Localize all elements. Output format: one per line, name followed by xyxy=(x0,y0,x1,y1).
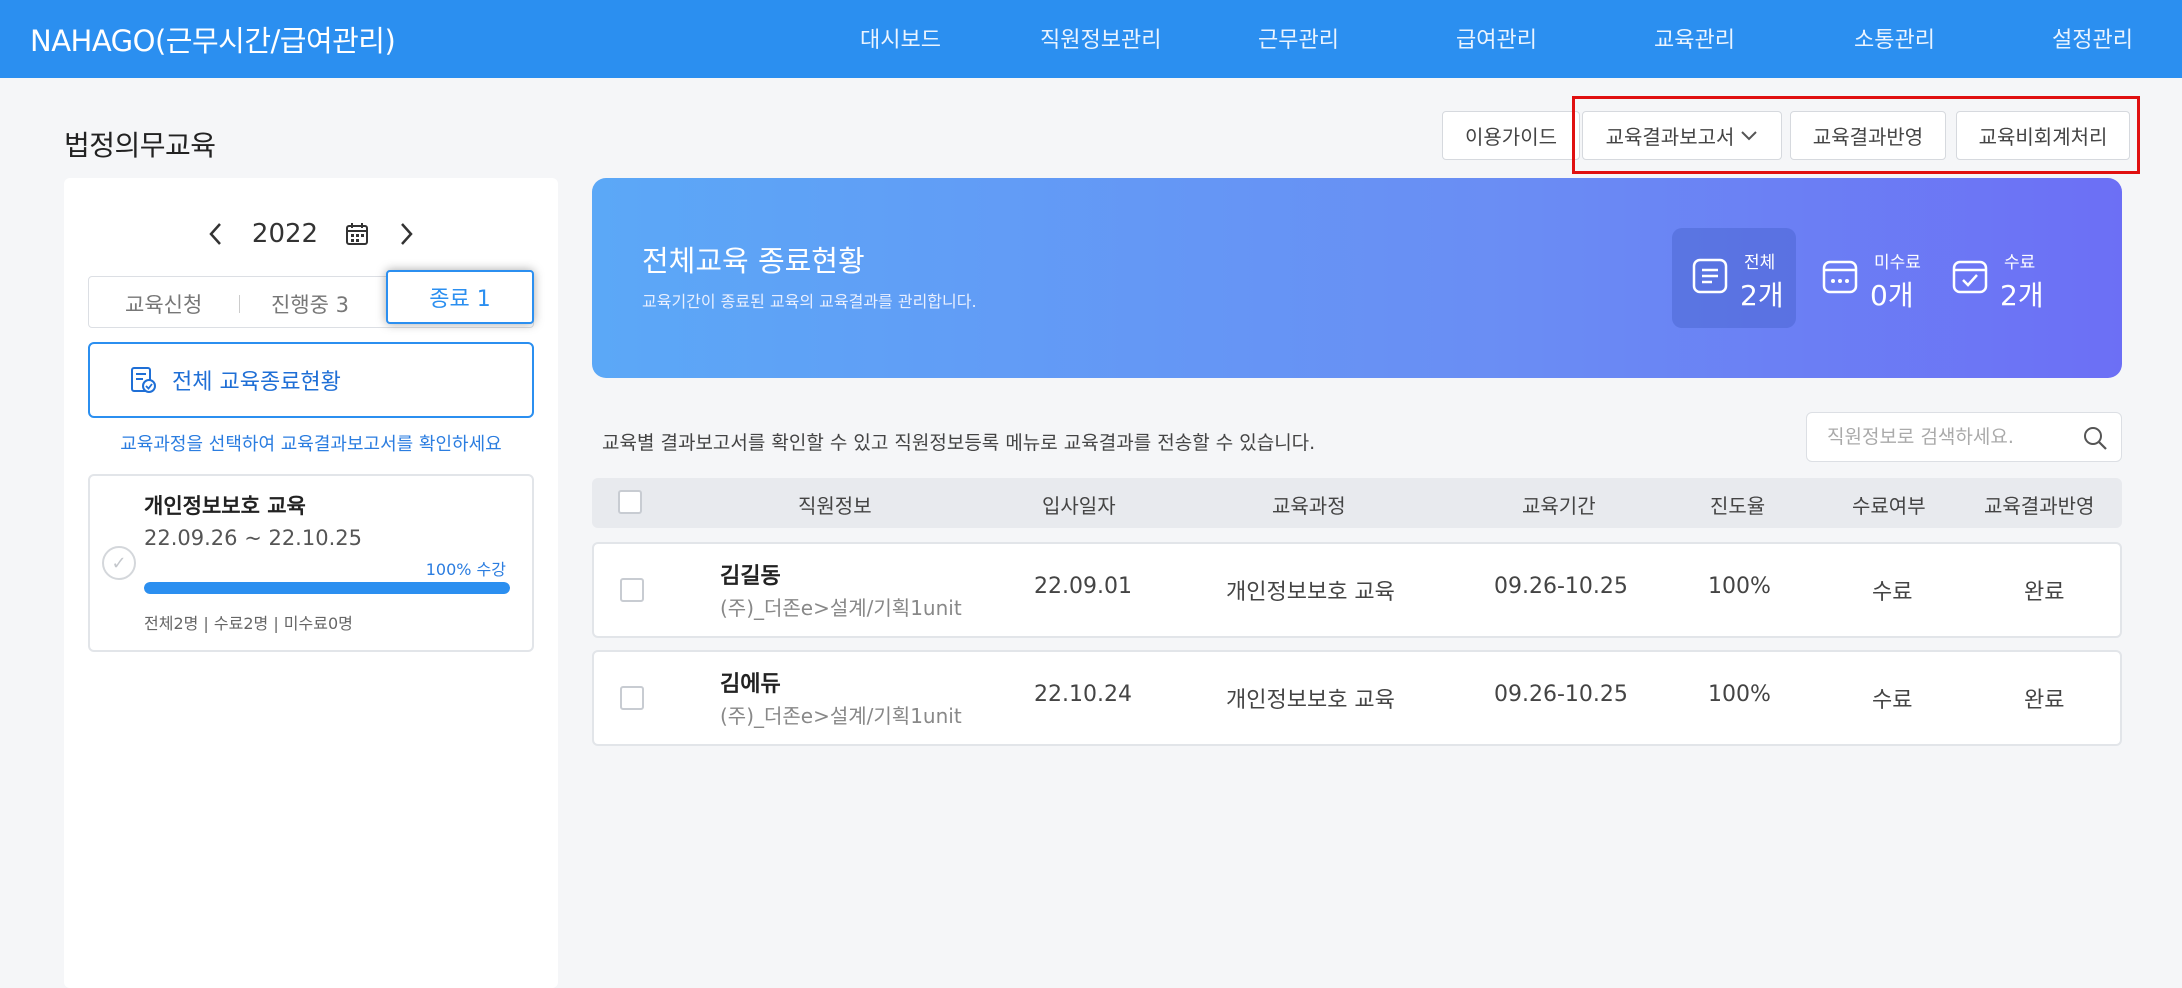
row-checkbox[interactable] xyxy=(620,686,644,710)
stat-complete-label: 수료 xyxy=(2004,253,2036,273)
stat-total[interactable]: 전체 2개 xyxy=(1672,228,1796,328)
select-all-checkbox[interactable] xyxy=(618,490,642,514)
stat-incomplete[interactable]: 미수료 0개 xyxy=(1802,228,1926,328)
row-checkbox[interactable] xyxy=(620,578,644,602)
all-status-button[interactable]: 전체 교육종료현황 xyxy=(88,342,534,418)
stat-complete[interactable]: 수료 2개 xyxy=(1932,228,2056,328)
course-period: 09.26-10.25 xyxy=(1494,574,1628,599)
table-row[interactable]: 김길동 (주)_더존e>설계/기획1unit 22.09.01 개인정보보호 교… xyxy=(592,542,2122,638)
stat-total-value: 2개 xyxy=(1740,279,1784,312)
year-label: 2022 xyxy=(251,219,319,249)
nav-education[interactable]: 교육관리 xyxy=(1654,22,1735,54)
employee-name: 김길동 xyxy=(720,564,781,589)
calendar-pending-icon xyxy=(1822,260,1858,294)
completion-status: 수료 xyxy=(1872,580,1913,605)
calendar-check-icon xyxy=(1952,260,1988,294)
tab-ongoing[interactable]: 진행중 3 xyxy=(271,289,349,319)
document-list-icon xyxy=(1692,258,1728,294)
stat-complete-value: 2개 xyxy=(2000,279,2044,312)
course-title: 개인정보보호 교육 xyxy=(1226,688,1395,713)
hire-date: 22.09.01 xyxy=(1034,574,1132,599)
result-applied: 완료 xyxy=(2024,688,2065,713)
col-result: 교육결과반영 xyxy=(1984,494,2095,518)
employee-dept: (주)_더존e>설계/기획1unit xyxy=(720,704,962,728)
course-title: 개인정보보호 교육 xyxy=(1226,580,1395,605)
result-applied: 완료 xyxy=(2024,580,2065,605)
search-box xyxy=(1806,412,2122,462)
completion-status: 수료 xyxy=(1872,688,1913,713)
check-circle-icon: ✓ xyxy=(102,546,136,580)
sidebar-panel: 2022 교육신청 진행중 3 종료 1 전체 교육종료현황 교육과정을 선택하… xyxy=(64,178,558,988)
nav-settings[interactable]: 설정관리 xyxy=(2052,22,2133,54)
table-description: 교육별 결과보고서를 확인할 수 있고 직원정보등록 메뉴로 교육결과를 전송할… xyxy=(602,432,1316,454)
tab-divider xyxy=(239,295,240,313)
course-progress-bar xyxy=(144,582,510,594)
stat-incomplete-value: 0개 xyxy=(1870,279,1914,312)
table-row[interactable]: 김에듀 (주)_더존e>설계/기획1unit 22.10.24 개인정보보호 교… xyxy=(592,650,2122,746)
calendar-icon[interactable] xyxy=(344,221,370,247)
nav-employee-info[interactable]: 직원정보관리 xyxy=(1040,22,1161,54)
top-navigation-bar: NAHAGO(근무시간/급여관리) 대시보드 직원정보관리 근무관리 급여관리 … xyxy=(0,0,2182,78)
nav-communication[interactable]: 소통관리 xyxy=(1854,22,1935,54)
search-icon[interactable] xyxy=(2081,424,2109,452)
chevron-right-icon[interactable] xyxy=(396,220,416,248)
app-brand[interactable]: NAHAGO(근무시간/급여관리) xyxy=(30,18,396,60)
nav-dashboard[interactable]: 대시보드 xyxy=(860,22,941,54)
course-card[interactable]: ✓ 개인정보보호 교육 22.09.26 ~ 22.10.25 100% 수강 … xyxy=(88,474,534,652)
stat-incomplete-label: 미수료 xyxy=(1874,253,1921,273)
course-name: 개인정보보호 교육 xyxy=(144,494,306,518)
nav-work[interactable]: 근무관리 xyxy=(1258,22,1339,54)
course-period: 09.26-10.25 xyxy=(1494,682,1628,707)
year-selector: 2022 xyxy=(64,214,558,254)
employee-dept: (주)_더존e>설계/기획1unit xyxy=(720,596,962,620)
banner-subtitle: 교육기간이 종료된 교육의 교육결과를 관리합니다. xyxy=(642,292,977,311)
report-doc-icon xyxy=(131,367,156,393)
chevron-left-icon[interactable] xyxy=(206,220,226,248)
nav-payroll[interactable]: 급여관리 xyxy=(1456,22,1537,54)
col-employee: 직원정보 xyxy=(798,494,872,518)
stat-total-label: 전체 xyxy=(1744,253,1776,273)
sidebar-hint: 교육과정을 선택하여 교육결과보고서를 확인하세요 xyxy=(120,434,502,455)
course-progress-fill xyxy=(144,582,510,594)
course-dates: 22.09.26 ~ 22.10.25 xyxy=(144,526,362,550)
employee-name: 김에듀 xyxy=(720,672,781,697)
col-hire-date: 입사일자 xyxy=(1042,494,1116,518)
highlight-box xyxy=(1572,96,2140,174)
col-course: 교육과정 xyxy=(1272,494,1346,518)
course-counts: 전체2명 | 수료2명 | 미수료0명 xyxy=(144,614,353,633)
col-progress: 진도율 xyxy=(1710,494,1766,518)
progress-rate: 100% xyxy=(1708,682,1771,707)
banner-title: 전체교육 종료현황 xyxy=(642,244,865,278)
table-header: 직원정보 입사일자 교육과정 교육기간 진도율 수료여부 교육결과반영 xyxy=(592,478,2122,528)
all-status-label: 전체 교육종료현황 xyxy=(172,370,341,395)
search-input[interactable] xyxy=(1807,413,2067,461)
course-progress-label: 100% 수강 xyxy=(425,560,506,579)
completion-banner: 전체교육 종료현황 교육기간이 종료된 교육의 교육결과를 관리합니다. 전체 … xyxy=(592,178,2122,378)
page-title: 법정의무교육 xyxy=(64,129,216,162)
hire-date: 22.10.24 xyxy=(1034,682,1132,707)
tab-apply[interactable]: 교육신청 xyxy=(125,289,202,319)
progress-rate: 100% xyxy=(1708,574,1771,599)
col-period: 교육기간 xyxy=(1522,494,1596,518)
tab-done[interactable]: 종료 1 xyxy=(386,270,534,324)
col-status: 수료여부 xyxy=(1852,494,1926,518)
guide-button[interactable]: 이용가이드 xyxy=(1442,111,1580,160)
